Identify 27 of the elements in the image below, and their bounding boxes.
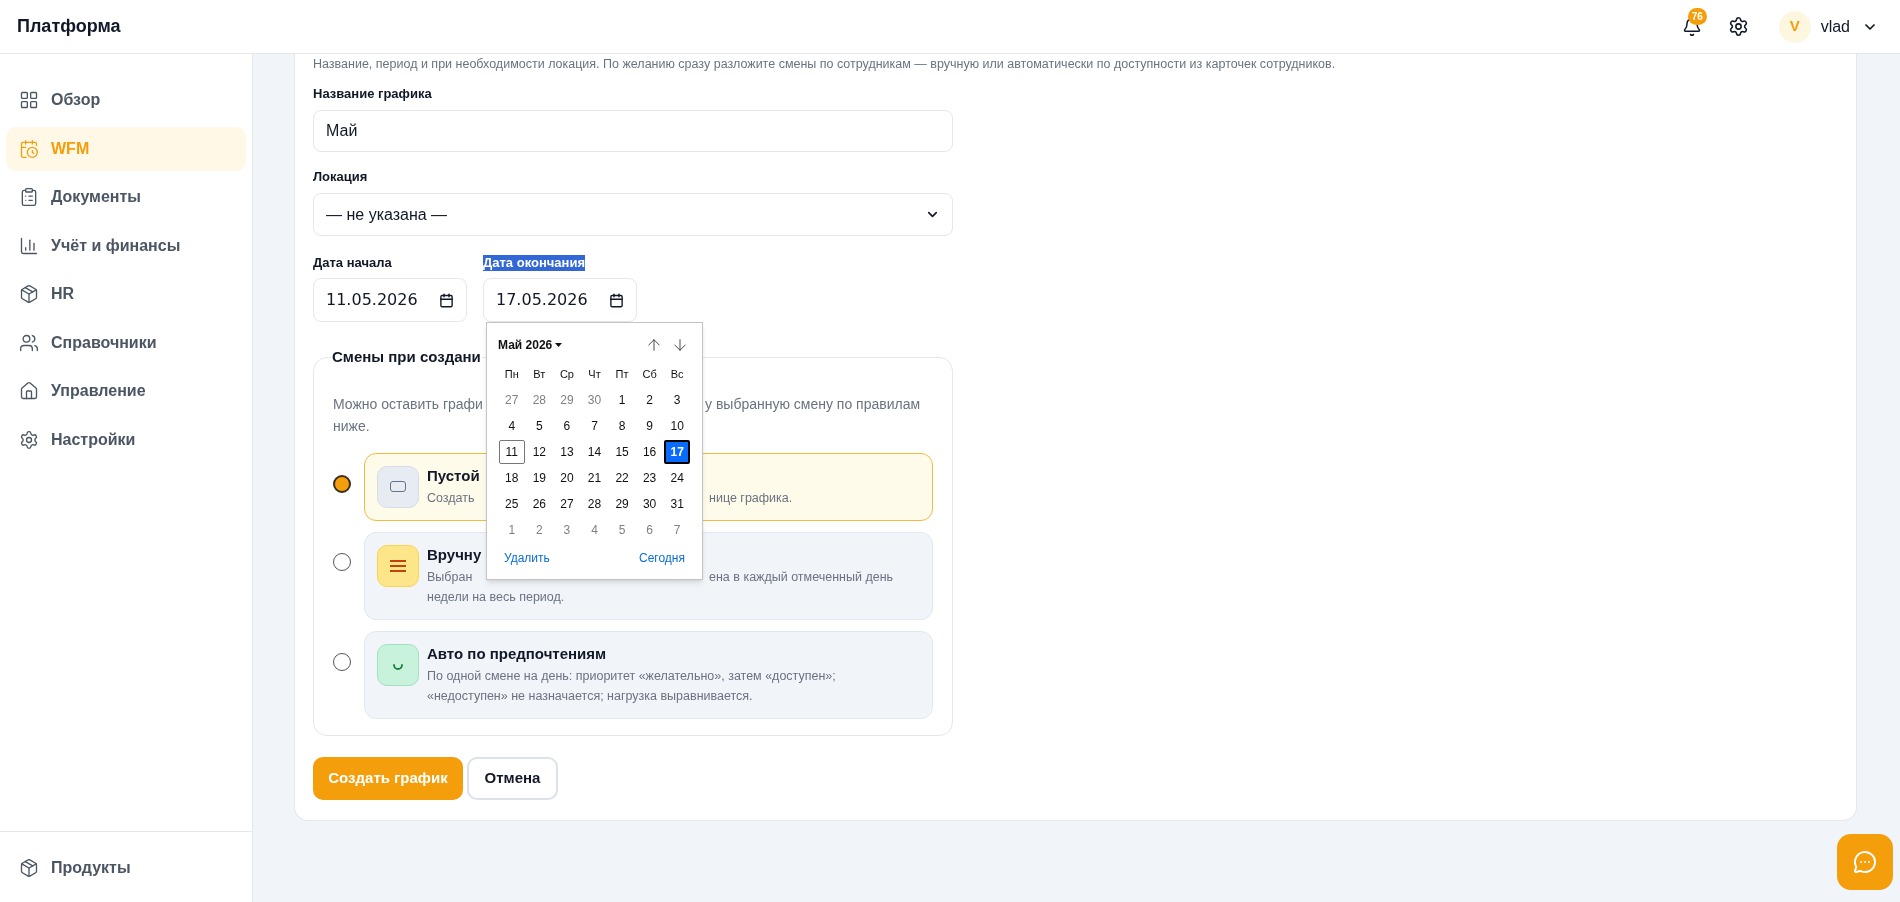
weekday-label: Вс: [669, 366, 685, 382]
field-label: Локация: [313, 169, 369, 185]
weekday-label: Пт: [614, 366, 630, 382]
section-description: у выбранную смену по правилам: [705, 394, 921, 414]
field-label: Название графика: [313, 86, 433, 102]
form-intro: Название, период и при необходимости локация. По желанию сразу разложите смены по сотрудникам — вручную или автоматически по доступности из карточек сотрудников.: [313, 56, 1337, 72]
app-title: Платформа: [17, 15, 121, 38]
weekday-label: Сб: [641, 366, 658, 382]
section-description: Можно оставить графи: [333, 394, 483, 414]
notification-badge: 76: [1687, 7, 1707, 25]
option-description: нице графика.: [709, 489, 793, 507]
option-description: недели на весь период.: [427, 588, 565, 606]
option-title: Пустой: [427, 465, 480, 486]
weekday-label: Пн: [503, 366, 520, 382]
field-label: Дата начала: [313, 255, 392, 271]
weekday-label: Чт: [587, 366, 602, 382]
section-title: Смены при создани: [331, 347, 482, 367]
option-description: Создать: [427, 489, 475, 507]
option-title: Вручну: [427, 544, 482, 565]
option-description: Выбран: [427, 568, 473, 586]
weekday-label: Ср: [558, 366, 575, 382]
option-description: ена в каждый отмеченный день: [709, 568, 894, 586]
field-label: Дата окончания: [483, 255, 585, 271]
weekday-label: Вт: [532, 366, 547, 382]
option-description: По одной смене на день: приоритет «желательно», затем «доступен»; «недоступен» не назначается; нагрузка выравнивается.: [427, 667, 837, 705]
section-description: ниже.: [333, 416, 370, 436]
option-title: Авто по предпочтениям: [427, 643, 607, 664]
